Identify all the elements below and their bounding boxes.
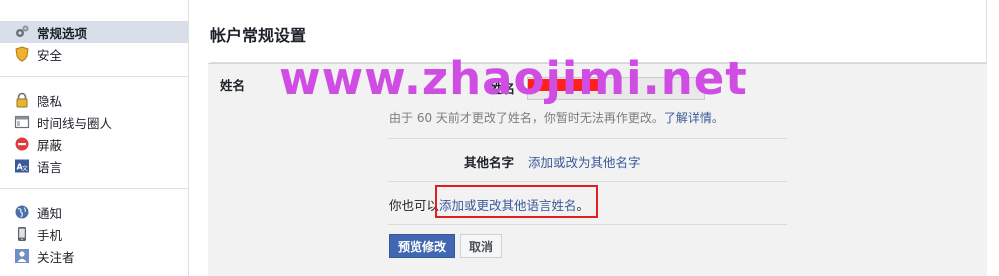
language-name-prefix: 你也可以: [389, 198, 440, 213]
cancel-button[interactable]: 取消: [460, 234, 503, 258]
gears-icon: [14, 24, 30, 40]
highlight-box: [435, 185, 598, 218]
lock-icon: [14, 92, 30, 108]
sidebar-item-label: 语言: [37, 159, 63, 175]
sidebar-item-label: 常规选项: [37, 25, 88, 41]
globe-icon: [14, 204, 30, 220]
block-icon: [14, 136, 30, 152]
preview-changes-button[interactable]: 预览修改: [389, 234, 456, 258]
sidebar-item-language[interactable]: A文 语言: [0, 155, 188, 177]
sidebar-item-general[interactable]: 常规选项: [0, 21, 188, 43]
name-change-note: 由于 60 天前才更改了姓名，你暂时无法再作更改。了解详情。: [389, 109, 724, 126]
sidebar-group-general: 常规选项 安全: [0, 0, 188, 65]
row-divider: [388, 138, 787, 139]
sidebar-item-label: 安全: [37, 47, 63, 63]
sidebar-item-mobile[interactable]: 手机: [0, 223, 188, 245]
alt-names-label: 其他名字: [464, 155, 515, 170]
mobile-icon: [14, 226, 30, 242]
sidebar-item-label: 手机: [37, 227, 63, 243]
page-title: 帐户常规设置: [210, 26, 307, 45]
sidebar-item-label: 屏蔽: [37, 137, 63, 153]
main-content: 帐户常规设置 姓名 姓名 由于 60 天前才更改了姓名，你暂时无法再作更改。了解…: [190, 0, 999, 276]
sidebar-item-blocking[interactable]: 屏蔽: [0, 133, 188, 155]
sidebar-group-privacy: 隐私 时间线与圈人 屏蔽 A文 语言: [0, 89, 188, 177]
sidebar-item-notifications[interactable]: 通知: [0, 201, 188, 223]
sidebar-item-security[interactable]: 安全: [0, 43, 188, 65]
add-alt-name-link[interactable]: 添加或改为其他名字: [528, 152, 641, 171]
sidebar-item-timeline[interactable]: 时间线与圈人: [0, 111, 188, 133]
learn-more-link[interactable]: 了解详情。: [664, 111, 724, 125]
language-icon: A文: [14, 158, 30, 174]
sidebar-item-label: 关注者: [37, 249, 75, 265]
sidebar-item-followers[interactable]: 关注者: [0, 245, 188, 267]
watermark: www.zhaojimi.net: [279, 52, 748, 105]
section-label: 姓名: [220, 78, 246, 93]
sidebar-group-notifications: 通知 手机 关注者: [0, 201, 188, 267]
sidebar-item-label: 时间线与圈人: [37, 115, 113, 131]
shield-icon: [14, 46, 30, 62]
svg-text:文: 文: [22, 165, 28, 173]
note-text: 由于 60 天前才更改了姓名，你暂时无法再作更改。: [389, 111, 664, 125]
row-divider: [388, 181, 787, 182]
sidebar-item-label: 通知: [37, 205, 63, 221]
sidebar-divider: [0, 76, 188, 77]
sidebar-divider: [0, 188, 188, 189]
timeline-icon: [14, 114, 30, 130]
sidebar-item-privacy[interactable]: 隐私: [0, 89, 188, 111]
followers-icon: [14, 248, 30, 264]
sidebar-item-label: 隐私: [37, 93, 63, 109]
row-divider: [388, 224, 787, 225]
settings-sidebar: 常规选项 安全 隐私 时间线与圈人 屏蔽 A 文 语言 通知 手机 关注者: [0, 0, 189, 276]
